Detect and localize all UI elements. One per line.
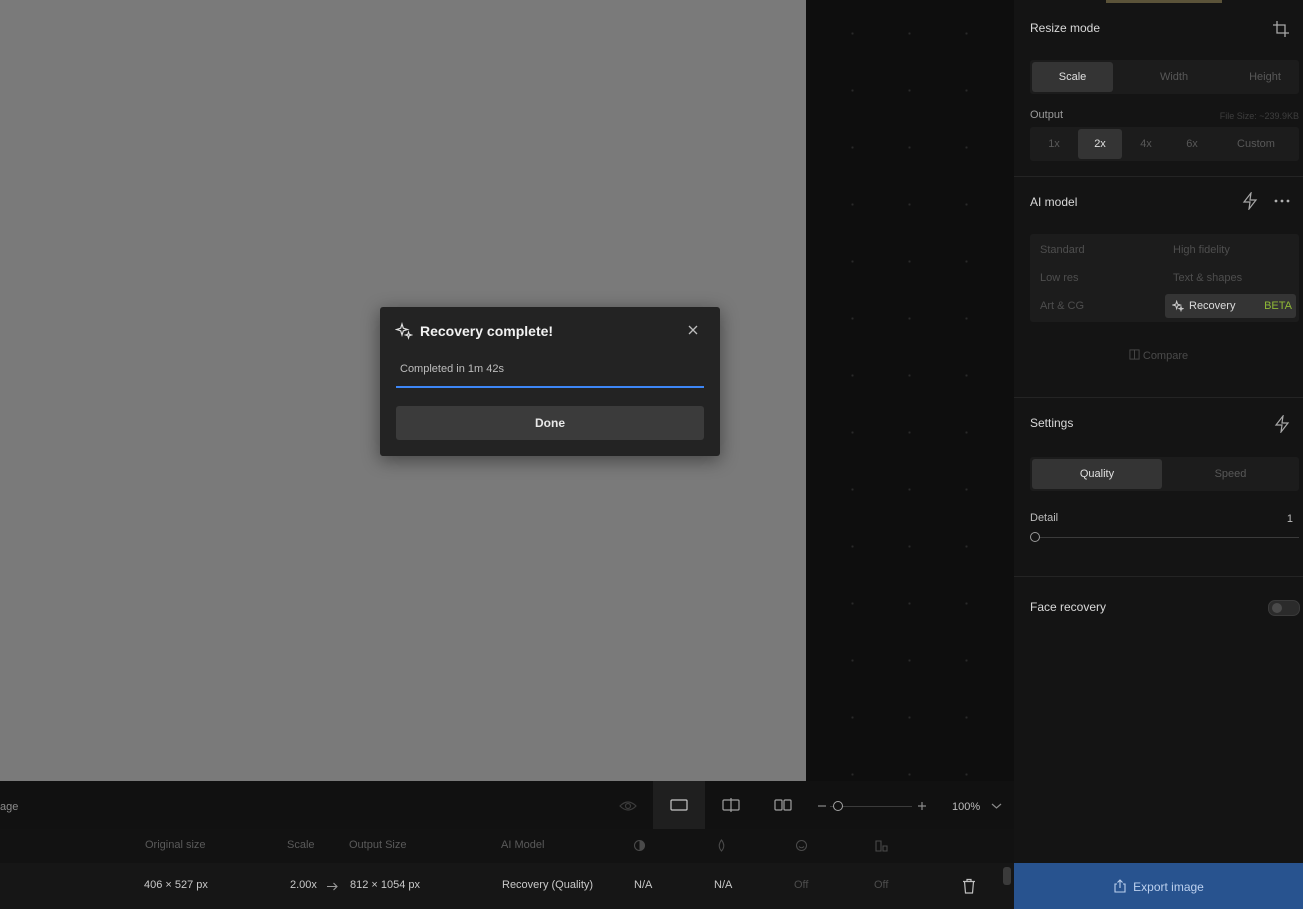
top-accent-bar (1106, 0, 1222, 3)
recovery-complete-dialog: Recovery complete! Completed in 1m 42s D… (380, 307, 720, 456)
detail-value: 1 (1286, 513, 1293, 525)
crop-icon[interactable] (1272, 20, 1290, 38)
cell-col2: N/A (714, 879, 733, 891)
zoom-level: 100% (952, 801, 981, 813)
more-icon[interactable] (1273, 192, 1291, 210)
single-view-button[interactable] (653, 781, 705, 829)
model-standard[interactable]: Standard (1040, 238, 1085, 262)
settings-speed[interactable]: Speed (1164, 459, 1297, 489)
face-icon (795, 839, 808, 852)
model-low-res[interactable]: Low res (1040, 266, 1079, 290)
divider (1014, 576, 1303, 577)
scale-custom[interactable]: Custom (1216, 129, 1296, 159)
single-view-icon (670, 799, 688, 811)
split-view-icon (722, 798, 740, 812)
output-scale-selector: 1x 2x 4x 6x Custom (1030, 127, 1299, 161)
export-image-label: Export image (1133, 879, 1204, 894)
resize-mode-title: Resize mode (1030, 21, 1101, 35)
settings-mode-selector: Quality Speed (1030, 457, 1299, 491)
scale-6x[interactable]: 6x (1170, 129, 1214, 159)
divider (1014, 176, 1303, 177)
model-text-shapes[interactable]: Text & shapes (1173, 266, 1242, 290)
compare-label: Compare (1142, 350, 1189, 362)
done-button[interactable]: Done (396, 406, 704, 440)
model-art-cg[interactable]: Art & CG (1040, 294, 1084, 318)
compare-button[interactable]: Compare (1014, 349, 1303, 362)
zoom-slider-knob[interactable] (833, 801, 843, 811)
drop-icon (718, 839, 725, 852)
sparkle-icon (395, 322, 413, 340)
shapes-icon (875, 840, 888, 852)
split-view-button[interactable] (705, 781, 757, 829)
image-table: Original size Scale Output Size AI Model… (0, 829, 1014, 909)
dialog-title: Recovery complete! (420, 323, 554, 339)
cell-scale: 2.00x (290, 879, 317, 891)
export-icon (1114, 878, 1126, 893)
face-recovery-label: Face recovery (1030, 600, 1107, 614)
contrast-icon (633, 839, 646, 852)
file-size: File Size: ~239.9KB (1219, 111, 1299, 121)
right-panel: Resize mode Scale Width Height Output Fi… (1014, 0, 1303, 909)
zoom-out-icon[interactable] (817, 801, 827, 811)
model-recovery-label: Recovery (1189, 300, 1236, 312)
cell-col1: N/A (634, 879, 653, 891)
scale-1x[interactable]: 1x (1032, 129, 1076, 159)
close-icon[interactable] (686, 323, 700, 337)
settings-quality[interactable]: Quality (1032, 459, 1162, 489)
settings-title: Settings (1030, 416, 1074, 430)
cell-output-size: 812 × 1054 px (350, 879, 421, 891)
completion-status-text: Completed in 1m 42s (400, 363, 504, 375)
arrow-right-icon (327, 882, 338, 891)
header-original-size: Original size (145, 839, 206, 851)
output-label: Output (1030, 109, 1064, 121)
resize-mode-height[interactable]: Height (1220, 62, 1303, 92)
header-ai-model: AI Model (501, 839, 545, 851)
ai-model-title: AI model (1030, 195, 1078, 209)
table-row[interactable]: 406 × 527 px 2.00x 812 × 1054 px Recover… (0, 863, 1014, 909)
detail-slider-knob[interactable] (1030, 532, 1040, 542)
cell-original-size: 406 × 527 px (144, 879, 208, 891)
compare-icon (1129, 349, 1140, 360)
view-toolbar: age 100% (0, 781, 1014, 829)
lightning-icon[interactable] (1241, 192, 1259, 210)
resize-mode-scale[interactable]: Scale (1032, 62, 1113, 92)
detail-label: Detail (1030, 512, 1059, 524)
divider (1014, 397, 1303, 398)
detail-slider-track[interactable] (1034, 537, 1299, 538)
sparkle-icon (1172, 300, 1184, 312)
completion-status: Completed in 1m 42s (396, 357, 704, 388)
lightning-icon[interactable] (1273, 415, 1291, 433)
scale-2x[interactable]: 2x (1078, 129, 1122, 159)
export-image-button[interactable]: Export image (1014, 863, 1303, 909)
chevron-down-icon[interactable] (991, 802, 1002, 810)
resize-mode-selector: Scale Width Height (1030, 60, 1299, 94)
scale-4x[interactable]: 4x (1124, 129, 1168, 159)
model-recovery[interactable]: Recovery BETA (1165, 294, 1296, 318)
trash-icon[interactable] (962, 878, 976, 894)
cell-ai-model: Recovery (Quality) (502, 879, 594, 891)
side-by-side-icon (774, 799, 792, 811)
ai-model-list: Standard High fidelity Low res Text & sh… (1030, 234, 1299, 322)
model-high-fidelity[interactable]: High fidelity (1173, 238, 1230, 262)
table-scrollbar[interactable] (1003, 867, 1011, 885)
cell-col3: Off (794, 879, 809, 891)
beta-badge: BETA (1264, 300, 1292, 312)
face-recovery-toggle[interactable] (1268, 600, 1300, 616)
header-scale: Scale (287, 839, 315, 851)
zoom-in-icon[interactable] (917, 801, 927, 811)
toolbar-label: age (0, 801, 19, 813)
header-output-size: Output Size (349, 839, 407, 851)
eye-icon[interactable] (619, 799, 637, 813)
resize-mode-width[interactable]: Width (1130, 62, 1218, 92)
cell-col4: Off (874, 879, 889, 891)
side-by-side-button[interactable] (757, 781, 809, 829)
